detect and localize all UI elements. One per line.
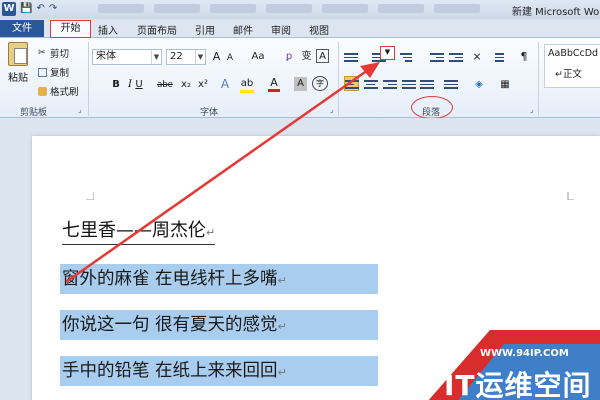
watermark-url: WWW.94IP.COM [480, 348, 569, 359]
watermark-text: IT运维空间 [444, 369, 592, 400]
